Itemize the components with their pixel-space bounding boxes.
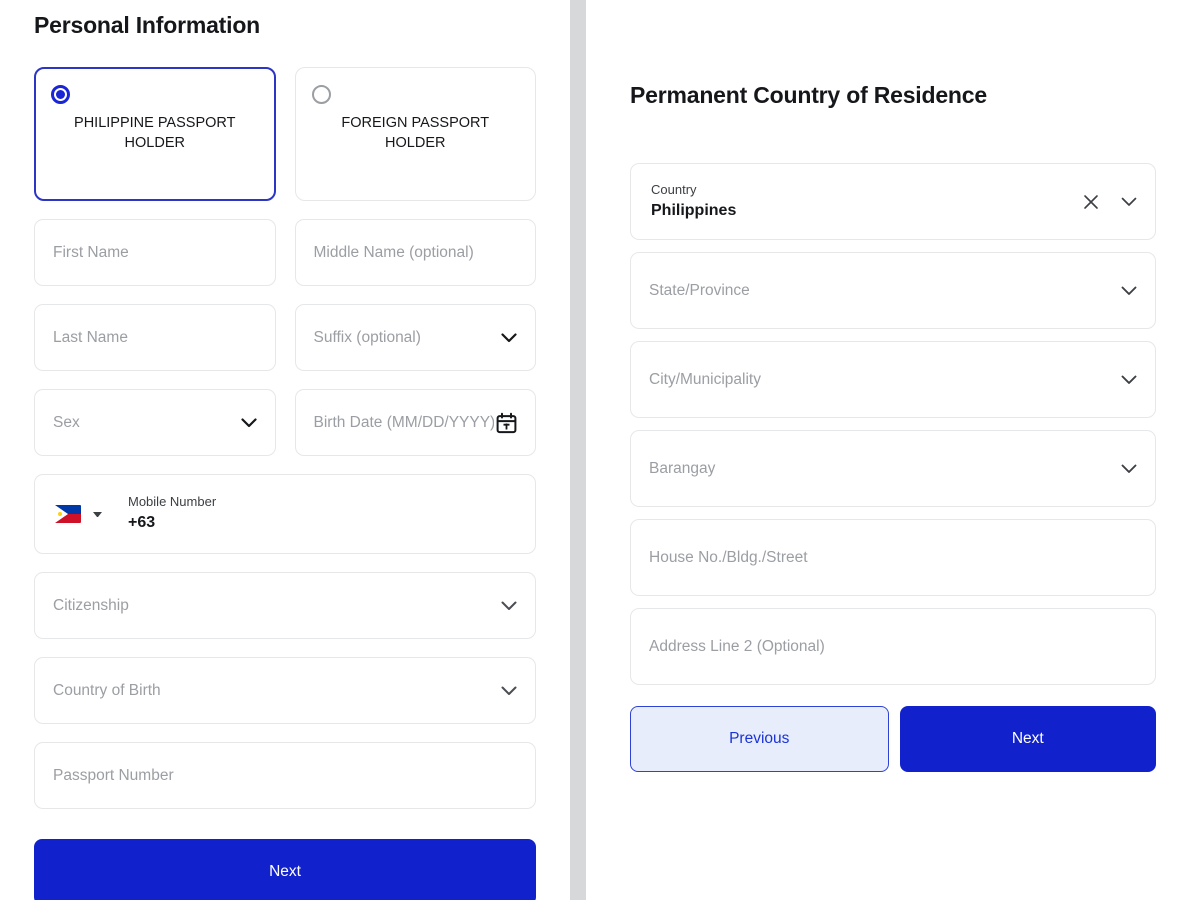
chevron-down-icon[interactable] [501,686,517,696]
radio-selected-icon[interactable] [51,85,70,104]
citizenship-placeholder: Citizenship [53,596,129,614]
chevron-down-icon[interactable] [1121,375,1137,385]
house-street-placeholder: House No./Bldg./Street [649,548,808,566]
suffix-placeholder: Suffix (optional) [313,328,421,346]
middle-name-input[interactable]: Middle Name (optional) [294,219,536,286]
first-name-placeholder: First Name [53,243,129,261]
chevron-down-icon[interactable] [1121,197,1137,207]
philippines-flag-icon[interactable] [55,505,81,523]
name-row-2: Last Name Suffix (optional) [34,304,536,371]
chevron-down-icon[interactable] [501,332,517,343]
barangay-placeholder: Barangay [649,459,716,477]
radio-card-foreign-passport-holder[interactable]: FOREIGN PASSPORT HOLDER [294,67,536,201]
mobile-number-value: +63 [128,513,156,531]
state-province-select[interactable]: State/Province [630,252,1156,329]
country-of-birth-placeholder: Country of Birth [53,681,161,699]
panel-divider [570,0,586,900]
next-button-right[interactable]: Next [899,706,1156,772]
radio-unselected-icon[interactable] [311,85,331,104]
barangay-select[interactable]: Barangay [630,430,1156,507]
birth-date-input[interactable]: Birth Date (MM/DD/YYYY) [294,389,536,456]
navigation-buttons: Previous Next [630,706,1156,772]
chevron-down-icon[interactable] [1121,286,1137,296]
demographic-row: Sex Birth Date (MM/DD/YYYY) [34,389,536,456]
passport-number-input[interactable]: Passport Number [34,742,536,809]
next-button-left[interactable]: Next [34,839,536,900]
city-municipality-select[interactable]: City/Municipality [630,341,1156,418]
country-label: Country [651,182,697,198]
permanent-country-of-residence-panel: Permanent Country of Residence Country P… [586,0,1200,900]
address-line-2-placeholder: Address Line 2 (Optional) [649,637,825,655]
birth-date-placeholder: Birth Date (MM/DD/YYYY) [313,413,496,431]
first-name-input[interactable]: First Name [34,219,276,286]
state-province-placeholder: State/Province [649,281,750,299]
previous-button[interactable]: Previous [630,706,889,772]
country-select[interactable]: Country Philippines [630,163,1156,240]
chevron-down-icon[interactable] [501,601,517,611]
middle-name-placeholder: Middle Name (optional) [313,243,474,261]
mobile-number-input[interactable]: Mobile Number +63 [34,474,536,554]
mobile-number-label: Mobile Number [128,493,217,509]
page-title: Personal Information [34,12,261,38]
suffix-select[interactable]: Suffix (optional) [294,304,536,371]
close-icon[interactable] [1083,194,1099,210]
radio-card-philippine-passport-holder[interactable]: PHILIPPINE PASSPORT HOLDER [34,67,276,201]
personal-information-panel: Personal Information PHILIPPINE PASSPORT… [0,0,570,900]
caret-down-icon[interactable] [93,511,102,517]
citizenship-select[interactable]: Citizenship [34,572,536,639]
passport-holder-options: PHILIPPINE PASSPORT HOLDER FOREIGN PASSP… [34,67,536,201]
country-of-birth-select[interactable]: Country of Birth [34,657,536,724]
last-name-placeholder: Last Name [53,328,128,346]
sex-placeholder: Sex [53,413,80,431]
radio-card-label: PHILIPPINE PASSPORT HOLDER [74,115,236,151]
passport-number-placeholder: Passport Number [53,766,174,784]
last-name-input[interactable]: Last Name [34,304,276,371]
chevron-down-icon[interactable] [240,417,257,428]
address-line-2-input[interactable]: Address Line 2 (Optional) [630,608,1156,685]
section-title: Permanent Country of Residence [630,82,987,108]
calendar-icon[interactable] [494,412,517,433]
sex-select[interactable]: Sex [34,389,276,456]
city-municipality-placeholder: City/Municipality [649,370,761,388]
country-value: Philippines [651,201,737,219]
radio-card-label: FOREIGN PASSPORT HOLDER [341,115,490,151]
name-row-1: First Name Middle Name (optional) [34,219,536,286]
house-street-input[interactable]: House No./Bldg./Street [630,519,1156,596]
chevron-down-icon[interactable] [1121,464,1137,474]
